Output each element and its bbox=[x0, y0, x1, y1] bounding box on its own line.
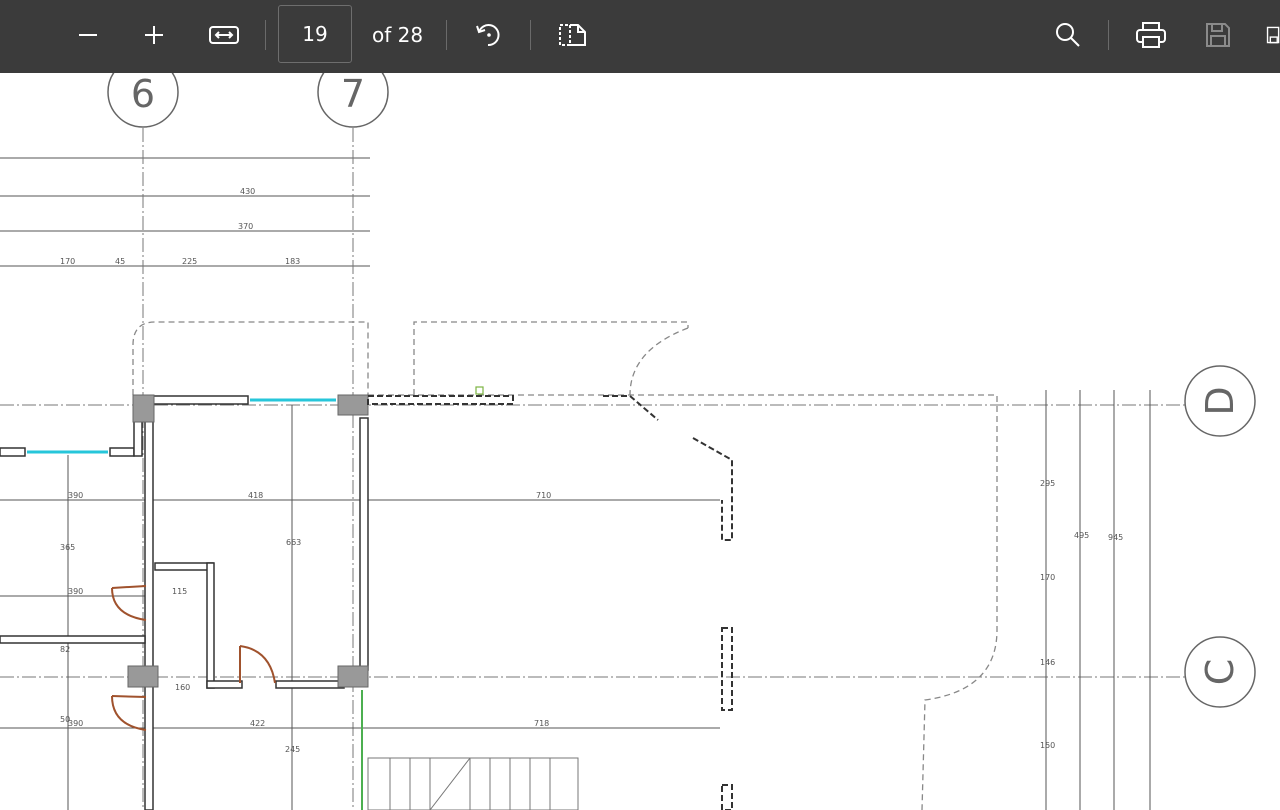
dim-label: 295 bbox=[1040, 479, 1055, 488]
rotate-icon bbox=[476, 24, 500, 47]
grid-label-6: 6 bbox=[131, 73, 155, 116]
printer-icon bbox=[1136, 22, 1166, 48]
floor-plan-drawing: 6 7 D C 430 370 170 45 225 183 390 418 7… bbox=[0, 73, 1256, 810]
dim-label: 422 bbox=[250, 719, 265, 728]
search-button[interactable] bbox=[1048, 12, 1088, 58]
toolbar-separator bbox=[265, 20, 266, 50]
plus-icon bbox=[145, 26, 163, 44]
window-glazing bbox=[27, 398, 336, 454]
dimension-labels: 430 370 170 45 225 183 390 418 710 365 3… bbox=[60, 187, 1123, 754]
top-dimension-lines bbox=[0, 157, 370, 267]
marker-square bbox=[475, 386, 484, 395]
dim-label: 390 bbox=[68, 719, 83, 728]
fit-width-button[interactable] bbox=[204, 12, 244, 58]
dim-label: 370 bbox=[238, 222, 253, 231]
dashed-walls bbox=[367, 395, 733, 810]
dim-label: 495 bbox=[1074, 531, 1089, 540]
dim-label: 45 bbox=[115, 257, 125, 266]
zoom-in-button[interactable] bbox=[136, 12, 172, 58]
fit-width-icon bbox=[209, 26, 239, 44]
print-button[interactable] bbox=[1131, 12, 1171, 58]
columns bbox=[127, 394, 369, 688]
walls bbox=[0, 395, 369, 810]
dim-label: 663 bbox=[286, 538, 301, 547]
stairs bbox=[367, 757, 579, 810]
dim-label: 718 bbox=[534, 719, 549, 728]
dim-label: 710 bbox=[536, 491, 551, 500]
minus-icon bbox=[79, 34, 97, 36]
dim-label: 146 bbox=[1040, 658, 1055, 667]
dim-label: 170 bbox=[60, 257, 75, 266]
grid-label-c: C bbox=[1198, 659, 1242, 686]
document-viewport[interactable]: 6 7 D C 430 370 170 45 225 183 390 418 7… bbox=[0, 73, 1280, 810]
dim-label: 390 bbox=[68, 491, 83, 500]
dim-label: 945 bbox=[1108, 533, 1123, 542]
page-view-icon bbox=[559, 24, 586, 46]
dim-label: 245 bbox=[285, 745, 300, 754]
toolbar-separator bbox=[1108, 20, 1109, 50]
save-button[interactable] bbox=[1200, 12, 1236, 58]
rotate-button[interactable] bbox=[468, 12, 508, 58]
dim-label: 115 bbox=[172, 587, 187, 596]
doors bbox=[111, 585, 276, 731]
grid-bubbles bbox=[107, 73, 1256, 708]
dim-label: 430 bbox=[240, 187, 255, 196]
page-number-input[interactable] bbox=[278, 5, 352, 63]
grid-lines bbox=[0, 128, 1185, 810]
grid-label-7: 7 bbox=[341, 73, 365, 116]
pdf-toolbar: of 28 bbox=[0, 0, 1280, 73]
right-dimension-lines bbox=[1045, 390, 1151, 810]
dim-label: 418 bbox=[248, 491, 263, 500]
save-icon bbox=[1206, 23, 1230, 47]
dim-label: 183 bbox=[285, 257, 300, 266]
grid-label-d: D bbox=[1198, 386, 1242, 415]
dim-label: 82 bbox=[60, 645, 70, 654]
toolbar-separator bbox=[446, 20, 447, 50]
dim-label: 160 bbox=[175, 683, 190, 692]
toolbar-separator bbox=[530, 20, 531, 50]
search-icon bbox=[1056, 23, 1080, 47]
dim-label: 365 bbox=[60, 543, 75, 552]
save-as-button[interactable] bbox=[1262, 12, 1280, 58]
dim-label: 150 bbox=[1040, 741, 1055, 750]
total-pages-label: of 28 bbox=[372, 23, 424, 47]
dim-label: 225 bbox=[182, 257, 197, 266]
page-view-button[interactable] bbox=[552, 12, 592, 58]
dim-label: 170 bbox=[1040, 573, 1055, 582]
save-as-icon bbox=[1266, 26, 1280, 44]
zoom-out-button[interactable] bbox=[70, 12, 106, 58]
dim-label: 390 bbox=[68, 587, 83, 596]
dashed-outlines bbox=[132, 321, 998, 810]
